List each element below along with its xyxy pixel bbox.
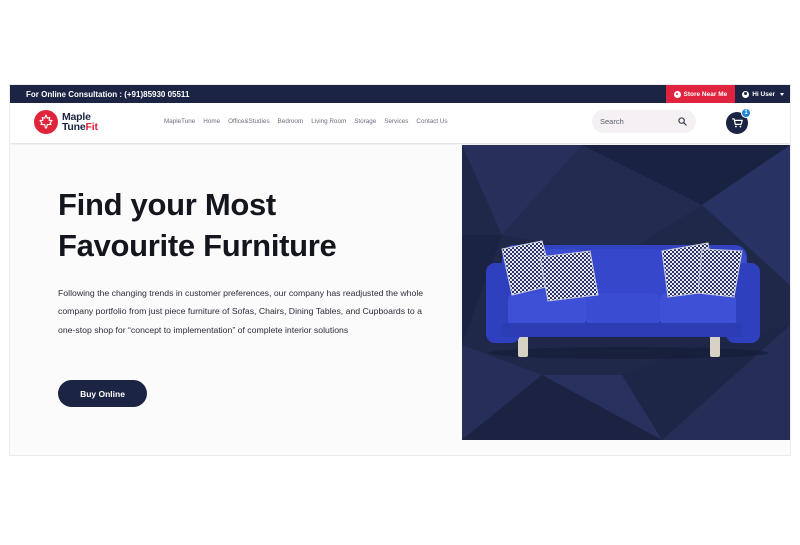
chevron-down-icon [780,92,784,96]
cart-icon [731,118,743,128]
user-menu-label: Hi User [752,90,775,98]
search-input[interactable] [600,117,670,126]
hero-title-line2: Favourite Furniture [58,228,337,263]
nav-item-mapletune[interactable]: MapleTune [164,118,195,125]
nav-item-office-studies[interactable]: Office&Studies [228,118,270,125]
sofa-image [462,145,790,440]
search-bar [592,110,696,133]
hero-title-line1: Find your Most [58,187,276,222]
search-icon[interactable] [678,117,687,126]
map-pin-icon [673,90,681,98]
cart-button[interactable]: 1 [726,108,751,134]
top-bar: For Online Consultation : (+91)85930 055… [10,85,790,103]
buy-online-button[interactable]: Buy Online [58,380,147,407]
hero-text-panel: Find your Most Favourite Furniture Follo… [10,145,462,455]
nav-item-services[interactable]: Services [384,118,408,125]
consultation-phone: For Online Consultation : (+91)85930 055… [26,89,190,99]
store-near-me-button[interactable]: Store Near Me [665,85,736,103]
brand-name: Maple TuneFit [62,112,98,133]
nav-item-storage[interactable]: Storage [354,118,376,125]
nav-item-contact-us[interactable]: Contact Us [416,118,447,125]
nav-item-bedroom[interactable]: Bedroom [278,118,304,125]
hero-image-panel [462,145,790,440]
nav-links: MapleTune Home Office&Studies Bedroom Li… [164,118,448,125]
main-navbar: Maple TuneFit MapleTune Home Office&Stud… [10,103,790,144]
brand-name-fit: Fit [85,121,98,133]
brand-logo[interactable]: Maple TuneFit [34,110,98,134]
nav-item-home[interactable]: Home [203,118,220,125]
cart-count-badge: 1 [741,108,751,118]
website-frame: For Online Consultation : (+91)85930 055… [10,85,790,455]
user-menu[interactable]: Hi User [735,90,790,98]
nav-item-living-room[interactable]: Living Room [311,118,346,125]
hero-description: Following the changing trends in custome… [58,288,424,335]
hero-section: Find your Most Favourite Furniture Follo… [10,145,790,455]
maple-leaf-icon [34,110,58,134]
brand-name-tune: Tune [62,121,86,133]
user-circle-icon [742,90,750,98]
hero-title: Find your Most Favourite Furniture [58,184,458,266]
store-near-me-label: Store Near Me [683,90,728,98]
